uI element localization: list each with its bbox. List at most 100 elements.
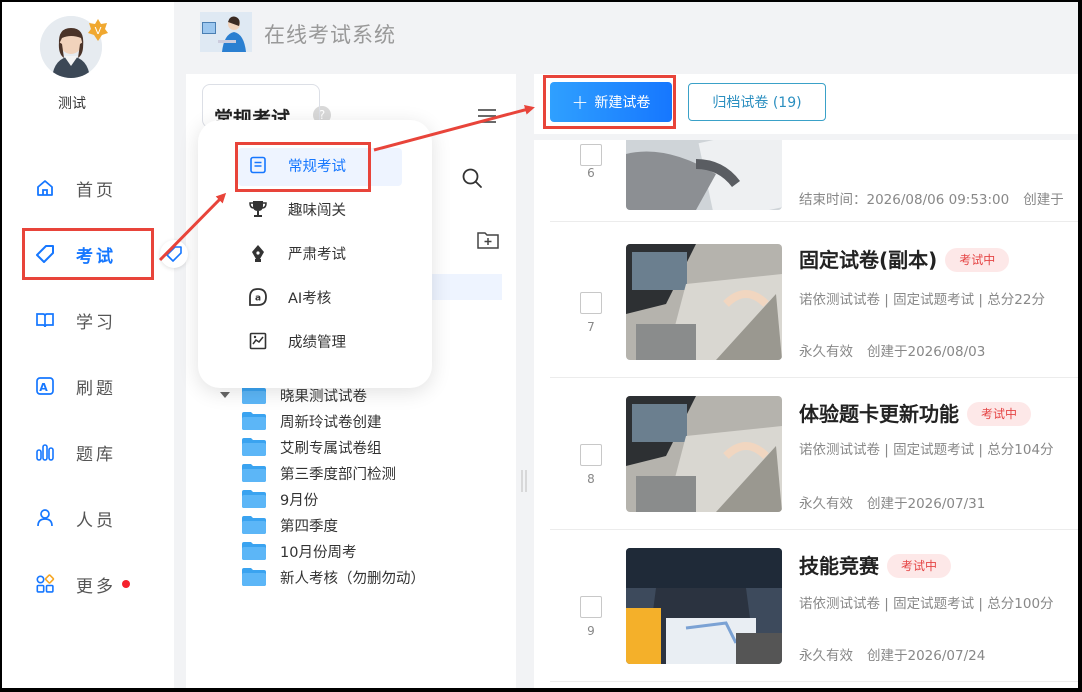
panel-splitter[interactable]: [520, 468, 528, 494]
app-window: V 测试 首页 考试 学习 A 刷题 题库 人员 更多 在线考试系统 常规考试 …: [2, 2, 1078, 688]
folder-item[interactable]: 9月份: [242, 486, 318, 512]
nav-item-question-bank[interactable]: 题库: [22, 432, 152, 472]
exam-title[interactable]: 固定试卷(副本) 考试中: [799, 244, 1010, 273]
row-checkbox[interactable]: [580, 596, 602, 618]
popup-item-serious-exam[interactable]: 严肃考试: [248, 241, 346, 265]
person-icon: [34, 507, 56, 529]
end-time: 结束时间：2026/08/06 09:53:00: [799, 192, 1010, 208]
popup-item-label: 严肃考试: [288, 246, 346, 263]
folder-item[interactable]: 第四季度: [242, 512, 338, 538]
annotation-box-new-exam: [543, 75, 676, 129]
user-name: 测试: [58, 96, 86, 112]
nav-item-people[interactable]: 人员: [22, 498, 152, 538]
created-date: 创建于2026/08/03: [867, 344, 986, 360]
annotation-box-exam-nav: [22, 228, 154, 280]
nav-label: 更多: [76, 576, 116, 597]
popup-item-score-management[interactable]: 成绩管理: [248, 329, 346, 353]
folder-icon: [242, 542, 266, 560]
nav-label: 题库: [76, 444, 116, 465]
archive-button[interactable]: 归档试卷 (19): [688, 83, 826, 121]
exam-row[interactable]: 9 技能竞赛 考试中 诺依测试试卷 | 固定试题考试 | 总分100分 永久有效创…: [550, 530, 1078, 682]
exam-thumbnail: [626, 140, 782, 210]
pen-nib-icon: [248, 243, 268, 263]
folder-icon: [242, 516, 266, 534]
exam-meta: 诺依测试试卷 | 固定试题考试 | 总分100分: [799, 596, 1054, 612]
app-title: 在线考试系统: [264, 23, 396, 47]
exam-thumbnail: [626, 244, 782, 360]
validity: 永久有效: [799, 648, 853, 664]
bars-icon: [34, 441, 56, 463]
notification-dot: [122, 580, 130, 588]
popup-item-label: 成绩管理: [288, 334, 346, 351]
header-logo: [200, 12, 252, 52]
row-checkbox[interactable]: [580, 444, 602, 466]
ai-chat-icon: a: [248, 287, 268, 307]
exam-title-text: 固定试卷(副本): [799, 248, 938, 272]
folder-icon: [242, 438, 266, 456]
home-icon: [34, 177, 56, 199]
nav-item-home[interactable]: 首页: [22, 168, 152, 208]
nav-label: 人员: [76, 510, 116, 531]
svg-text:a: a: [255, 294, 261, 304]
exam-row[interactable]: 6 结束时间：2026/08/06 09:53:00 创建于: [550, 140, 1078, 222]
validity: 永久有效: [799, 496, 853, 512]
exam-thumbnail: [626, 396, 782, 512]
folder-icon: [242, 490, 266, 508]
row-number: 6: [587, 166, 595, 180]
book-icon: [34, 309, 56, 331]
exam-row[interactable]: 7 固定试卷(副本) 考试中 诺依测试试卷 | 固定试题考试 | 总分22分 永久…: [550, 226, 1078, 378]
exam-title[interactable]: 体验题卡更新功能 考试中: [799, 398, 1032, 427]
folder-icon: [242, 568, 266, 586]
apps-icon: [34, 573, 56, 595]
status-badge: 考试中: [887, 554, 952, 578]
folder-label: 9月份: [280, 492, 319, 509]
search-icon[interactable]: [461, 167, 483, 189]
annotation-box-regular-exam: [235, 142, 371, 192]
expand-caret-icon[interactable]: [220, 392, 230, 398]
row-checkbox[interactable]: [580, 144, 602, 166]
letter-a-icon: A: [34, 375, 56, 397]
svg-text:V: V: [95, 26, 102, 37]
exam-row[interactable]: 8 体验题卡更新功能 考试中 诺依测试试卷 | 固定试题考试 | 总分104分 永…: [550, 378, 1078, 530]
menu-icon[interactable]: [476, 108, 498, 124]
folder-label: 第四季度: [280, 518, 338, 535]
popup-item-ai-assessment[interactable]: a AI考核: [248, 285, 331, 309]
folder-item[interactable]: 艾刷专属试卷组: [242, 434, 382, 460]
folder-item[interactable]: 10月份周考: [242, 538, 356, 564]
folder-item[interactable]: 第三季度部门检测: [242, 460, 396, 486]
row-number: 8: [587, 472, 595, 486]
status-badge: 考试中: [945, 248, 1010, 272]
folder-label: 10月份周考: [280, 544, 357, 561]
svg-text:A: A: [39, 381, 51, 394]
exam-meta: 诺依测试试卷 | 固定试题考试 | 总分22分: [799, 292, 1045, 308]
nav-item-study[interactable]: 学习: [22, 300, 152, 340]
collapse-tag-button[interactable]: [160, 240, 188, 268]
add-folder-icon[interactable]: [476, 230, 500, 250]
row-checkbox[interactable]: [580, 292, 602, 314]
created-date: 创建于2026/07/24: [867, 648, 986, 664]
nav-item-more[interactable]: 更多: [22, 564, 152, 604]
folder-item[interactable]: 周新玲试卷创建: [242, 408, 382, 434]
created-date: 创建于: [1023, 192, 1064, 208]
popup-item-fun-challenge[interactable]: 趣味闯关: [248, 197, 346, 221]
row-number: 9: [587, 624, 595, 638]
created-date: 创建于2026/07/31: [867, 496, 986, 512]
left-nav: V 测试 首页 考试 学习 A 刷题 题库 人员 更多: [2, 2, 174, 688]
exam-title-text: 技能竞赛: [799, 554, 879, 578]
nav-label: 首页: [76, 180, 116, 201]
folder-label: 艾刷专属试卷组: [280, 440, 382, 457]
folder-label: 周新玲试卷创建: [280, 414, 382, 431]
exam-title-text: 体验题卡更新功能: [799, 402, 959, 426]
nav-label: 学习: [76, 312, 116, 333]
folder-item[interactable]: 新人考核（勿删勿动）: [242, 564, 425, 590]
exam-meta: 诺依测试试卷 | 固定试题考试 | 总分104分: [799, 442, 1054, 458]
popup-item-label: 趣味闯关: [288, 202, 346, 219]
nav-item-practice[interactable]: A 刷题: [22, 366, 152, 406]
row-number: 7: [587, 320, 595, 334]
folder-icon: [242, 412, 266, 430]
exam-list: 6 结束时间：2026/08/06 09:53:00 创建于 7 固定试卷(副本)…: [534, 140, 1078, 688]
popup-item-label: AI考核: [288, 290, 332, 307]
vip-badge-icon: V: [86, 18, 110, 42]
exam-title[interactable]: 技能竞赛 考试中: [799, 550, 952, 579]
chart-doc-icon: [248, 331, 268, 351]
